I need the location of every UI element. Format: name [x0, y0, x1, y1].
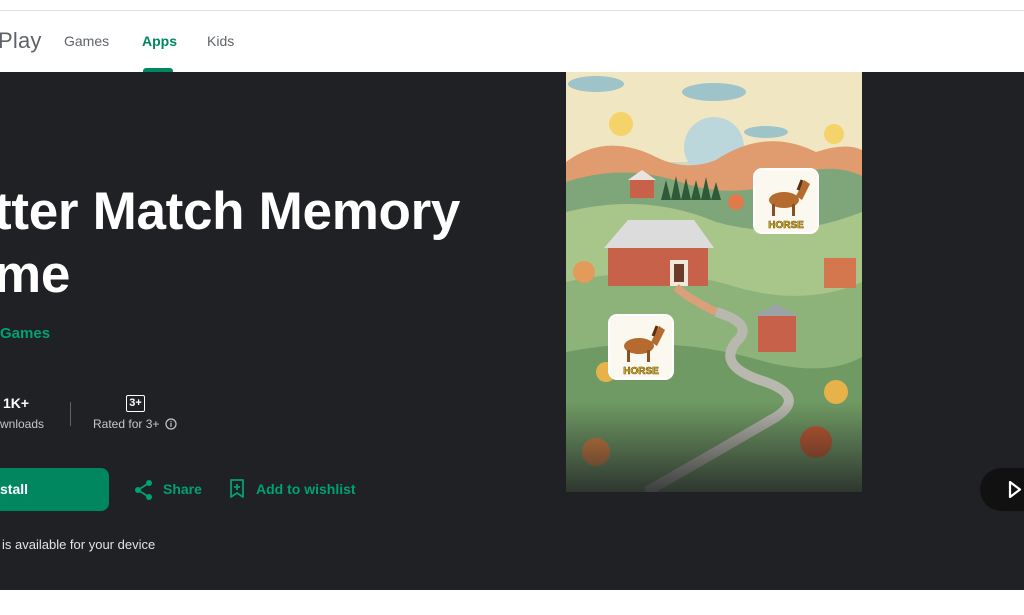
- horse-card-top-label: HORSE: [768, 220, 804, 231]
- horse-card-bottom: HORSE: [608, 314, 674, 380]
- app-title-line2: me: [0, 245, 71, 304]
- content-rating-badge: 3+: [126, 395, 145, 412]
- rating-label: Rated for 3+: [93, 417, 177, 433]
- developer-link[interactable]: Games: [0, 325, 50, 342]
- downloads-label: wnloads: [0, 417, 45, 431]
- bookmark-add-icon: [229, 479, 245, 502]
- wishlist-label: Add to wishlist: [256, 481, 356, 497]
- install-label: stall: [0, 481, 29, 497]
- nav-games[interactable]: Games: [64, 33, 109, 49]
- share-label: Share: [163, 481, 202, 497]
- play-logo[interactable]: Play: [0, 28, 42, 54]
- install-button[interactable]: stall: [0, 468, 109, 511]
- rating-label-text: Rated for 3+: [93, 417, 160, 431]
- nav-kids[interactable]: Kids: [207, 33, 234, 49]
- play-icon: [1008, 480, 1022, 503]
- share-icon: [134, 479, 154, 504]
- horse-card-bottom-label: HORSE: [623, 366, 659, 377]
- app-hero: tter Match Memory me Games 1K+ wnloads 3…: [0, 72, 1024, 590]
- app-title: tter Match Memory me: [0, 180, 514, 306]
- stat-divider: [70, 402, 71, 426]
- browser-top-strip: [0, 0, 1024, 11]
- store-header: Play Games Apps Kids: [0, 11, 1024, 72]
- page-bottom-strip: [0, 590, 1024, 615]
- device-availability-text: is available for your device: [2, 537, 156, 552]
- downloads-value: 1K+: [3, 395, 30, 411]
- nav-apps[interactable]: Apps: [142, 33, 177, 49]
- horse-card-top: HORSE: [753, 168, 819, 234]
- info-icon[interactable]: [165, 418, 177, 433]
- app-title-line1: tter Match Memory: [0, 182, 461, 241]
- screenshot-fade: [566, 402, 862, 512]
- play-trailer-button[interactable]: [980, 468, 1024, 511]
